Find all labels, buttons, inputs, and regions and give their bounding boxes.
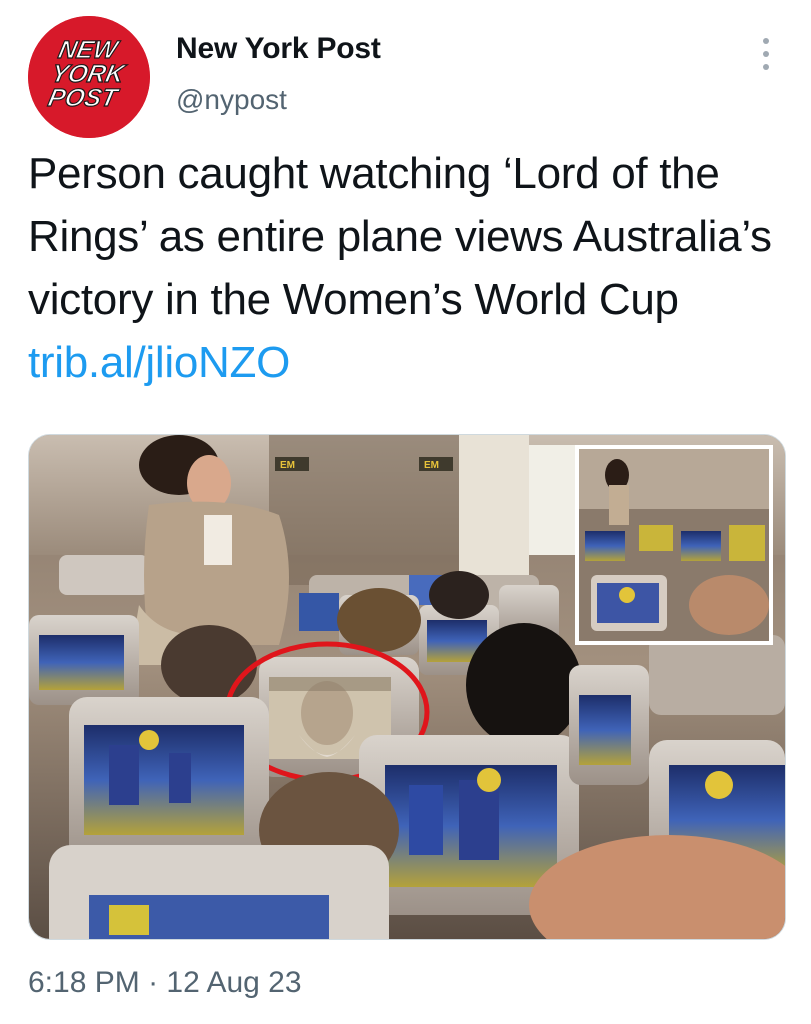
timestamp-separator: · (148, 966, 159, 999)
timestamp-time[interactable]: 6:18 PM (28, 966, 140, 999)
tweet-text: Person caught watching ‘Lord of the Ring… (28, 142, 798, 394)
tweet-timestamp: 6:18 PM · 12 Aug 23 (28, 966, 302, 1000)
airplane-cabin-photo: EM EM (29, 435, 785, 939)
logo-line-3: POST (46, 84, 122, 112)
screen-label: EM (280, 460, 295, 471)
avatar[interactable]: NEW YORK POST (28, 16, 150, 138)
more-dot (763, 51, 769, 57)
tweet-photo[interactable]: EM EM (28, 434, 786, 940)
nypost-logo: NEW YORK POST (28, 16, 150, 138)
tweet: NEW YORK POST New York Post @nypost Pers… (0, 0, 811, 1024)
tweet-link[interactable]: trib.al/jlioNZO (28, 338, 290, 387)
display-name[interactable]: New York Post (176, 32, 381, 66)
timestamp-date[interactable]: 12 Aug 23 (166, 966, 301, 999)
screen-label: EM (424, 460, 439, 471)
more-dot (763, 64, 769, 70)
more-dot (763, 38, 769, 44)
more-vertical-icon[interactable] (756, 34, 776, 74)
user-handle[interactable]: @nypost (176, 84, 287, 116)
tweet-body: Person caught watching ‘Lord of the Ring… (28, 149, 772, 324)
